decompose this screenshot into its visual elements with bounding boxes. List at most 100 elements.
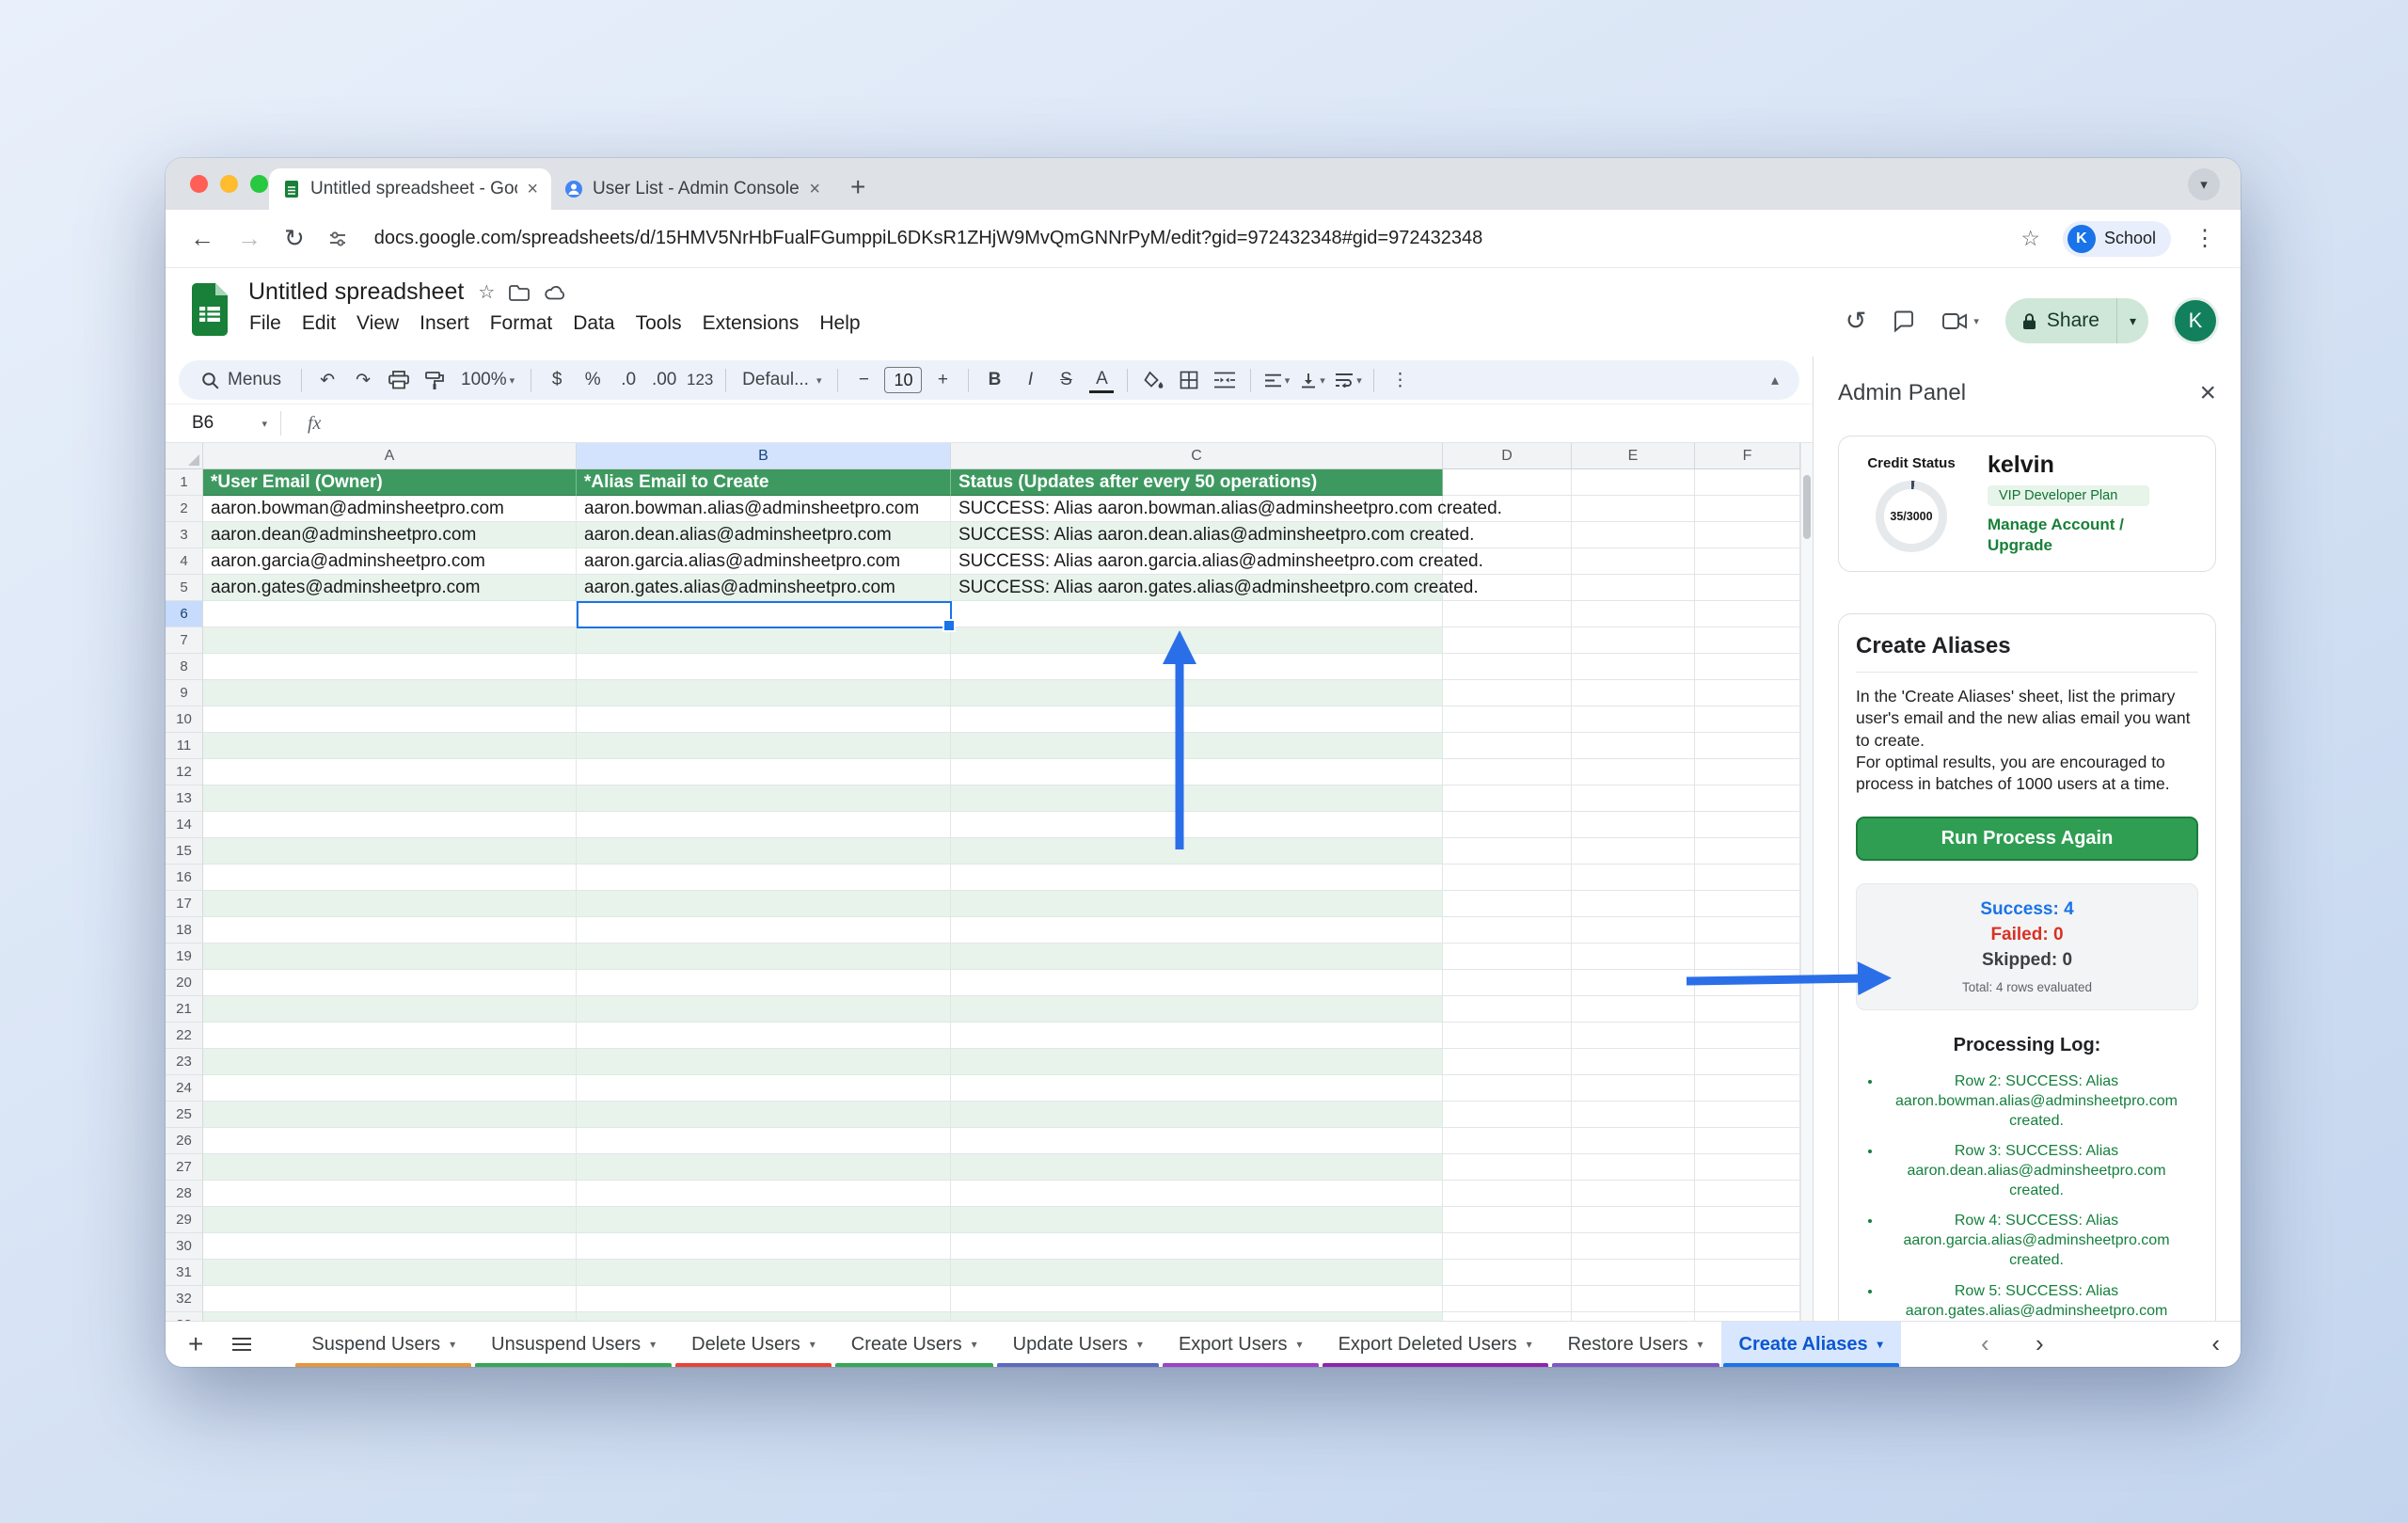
cell-A2[interactable]: aaron.bowman@adminsheetpro.com <box>203 496 577 522</box>
meet-icon[interactable]: ▾ <box>1942 312 1979 330</box>
cell-E22[interactable] <box>1572 1023 1695 1049</box>
close-tab-icon[interactable]: × <box>527 179 538 200</box>
col-header-C[interactable]: C <box>951 443 1443 469</box>
row-header-17[interactable]: 17 <box>166 891 203 917</box>
cell-E9[interactable] <box>1572 680 1695 706</box>
cell-B16[interactable] <box>577 865 951 891</box>
cell-D22[interactable] <box>1443 1023 1572 1049</box>
search-tabs-button[interactable]: ▾ <box>2188 168 2220 200</box>
cell-B13[interactable] <box>577 785 951 812</box>
cell-D25[interactable] <box>1443 1102 1572 1128</box>
row-header-7[interactable]: 7 <box>166 627 203 654</box>
cell-B29[interactable] <box>577 1207 951 1233</box>
cell-B12[interactable] <box>577 759 951 785</box>
chevron-down-icon[interactable]: ▾ <box>1297 1338 1303 1351</box>
cell-C10[interactable] <box>951 706 1443 733</box>
cell-C8[interactable] <box>951 654 1443 680</box>
cell-A4[interactable]: aaron.garcia@adminsheetpro.com <box>203 548 577 575</box>
cell-D8[interactable] <box>1443 654 1572 680</box>
sheet-tab-delete-users[interactable]: Delete Users▾ <box>673 1322 833 1367</box>
zoom-window-button[interactable] <box>250 175 268 193</box>
cell-E31[interactable] <box>1572 1260 1695 1286</box>
cell-C14[interactable] <box>951 812 1443 838</box>
increase-decimal-button[interactable]: .00 <box>647 364 681 396</box>
cell-B25[interactable] <box>577 1102 951 1128</box>
cell-F28[interactable] <box>1695 1181 1800 1207</box>
cell-D15[interactable] <box>1443 838 1572 865</box>
cell-B26[interactable] <box>577 1128 951 1154</box>
row-header-3[interactable]: 3 <box>166 522 203 548</box>
cell-D12[interactable] <box>1443 759 1572 785</box>
cell-E29[interactable] <box>1572 1207 1695 1233</box>
chevron-down-icon[interactable]: ▾ <box>972 1338 977 1351</box>
cell-E30[interactable] <box>1572 1233 1695 1260</box>
cell-B6[interactable] <box>577 601 951 627</box>
cell-F8[interactable] <box>1695 654 1800 680</box>
cell-E8[interactable] <box>1572 654 1695 680</box>
cell-A20[interactable] <box>203 970 577 996</box>
row-header-1[interactable]: 1 <box>166 469 203 496</box>
row-header-31[interactable]: 31 <box>166 1260 203 1286</box>
cell-C16[interactable] <box>951 865 1443 891</box>
cell-E18[interactable] <box>1572 917 1695 944</box>
cell-D16[interactable] <box>1443 865 1572 891</box>
cell-F14[interactable] <box>1695 812 1800 838</box>
menu-format[interactable]: Format <box>480 309 563 339</box>
cell-A1[interactable]: *User Email (Owner) <box>203 469 577 496</box>
cell-F19[interactable] <box>1695 944 1800 970</box>
row-header-10[interactable]: 10 <box>166 706 203 733</box>
row-header-11[interactable]: 11 <box>166 733 203 759</box>
cell-F4[interactable] <box>1695 548 1800 575</box>
undo-button[interactable]: ↶ <box>310 364 344 396</box>
cell-B31[interactable] <box>577 1260 951 1286</box>
cell-B20[interactable] <box>577 970 951 996</box>
vertical-scrollbar[interactable] <box>1800 443 1813 1321</box>
cell-A29[interactable] <box>203 1207 577 1233</box>
text-wrap-button[interactable]: ▾ <box>1331 364 1365 396</box>
cell-F9[interactable] <box>1695 680 1800 706</box>
cell-A3[interactable]: aaron.dean@adminsheetpro.com <box>203 522 577 548</box>
cell-B22[interactable] <box>577 1023 951 1049</box>
cell-E2[interactable] <box>1572 496 1695 522</box>
cell-A5[interactable]: aaron.gates@adminsheetpro.com <box>203 575 577 601</box>
cell-A10[interactable] <box>203 706 577 733</box>
cell-C13[interactable] <box>951 785 1443 812</box>
cell-D13[interactable] <box>1443 785 1572 812</box>
cell-E14[interactable] <box>1572 812 1695 838</box>
cell-C3[interactable]: SUCCESS: Alias aaron.dean.alias@adminshe… <box>951 522 1443 548</box>
chevron-down-icon[interactable]: ▾ <box>450 1338 455 1351</box>
share-dropdown[interactable]: ▾ <box>2116 298 2148 343</box>
collapse-sidebar-icon[interactable]: ‹ <box>2211 1329 2220 1358</box>
forward-icon[interactable]: → <box>237 224 261 253</box>
reload-icon[interactable]: ↻ <box>284 224 305 253</box>
cell-E1[interactable] <box>1572 469 1695 496</box>
cloud-status-icon[interactable] <box>544 284 567 301</box>
cell-E19[interactable] <box>1572 944 1695 970</box>
cell-C32[interactable] <box>951 1286 1443 1312</box>
cell-E11[interactable] <box>1572 733 1695 759</box>
font-size-input[interactable]: 10 <box>884 367 922 393</box>
back-icon[interactable]: ← <box>190 224 214 253</box>
new-tab-button[interactable]: + <box>850 172 865 202</box>
cell-F1[interactable] <box>1695 469 1800 496</box>
col-header-D[interactable]: D <box>1443 443 1572 469</box>
cell-A21[interactable] <box>203 996 577 1023</box>
row-header-9[interactable]: 9 <box>166 680 203 706</box>
more-toolbar-button[interactable]: ⋮ <box>1383 364 1417 396</box>
cell-E12[interactable] <box>1572 759 1695 785</box>
cell-E15[interactable] <box>1572 838 1695 865</box>
cell-A16[interactable] <box>203 865 577 891</box>
cell-D10[interactable] <box>1443 706 1572 733</box>
cell-D6[interactable] <box>1443 601 1572 627</box>
cell-B33[interactable] <box>577 1312 951 1321</box>
cell-E13[interactable] <box>1572 785 1695 812</box>
cell-C19[interactable] <box>951 944 1443 970</box>
zoom-select[interactable]: 100%▾ <box>453 364 522 396</box>
cell-F11[interactable] <box>1695 733 1800 759</box>
cell-F22[interactable] <box>1695 1023 1800 1049</box>
sheets-logo[interactable] <box>190 283 230 336</box>
cell-F6[interactable] <box>1695 601 1800 627</box>
comment-icon[interactable] <box>1893 309 1916 333</box>
chevron-down-icon[interactable]: ▾ <box>1527 1338 1532 1351</box>
cell-D21[interactable] <box>1443 996 1572 1023</box>
